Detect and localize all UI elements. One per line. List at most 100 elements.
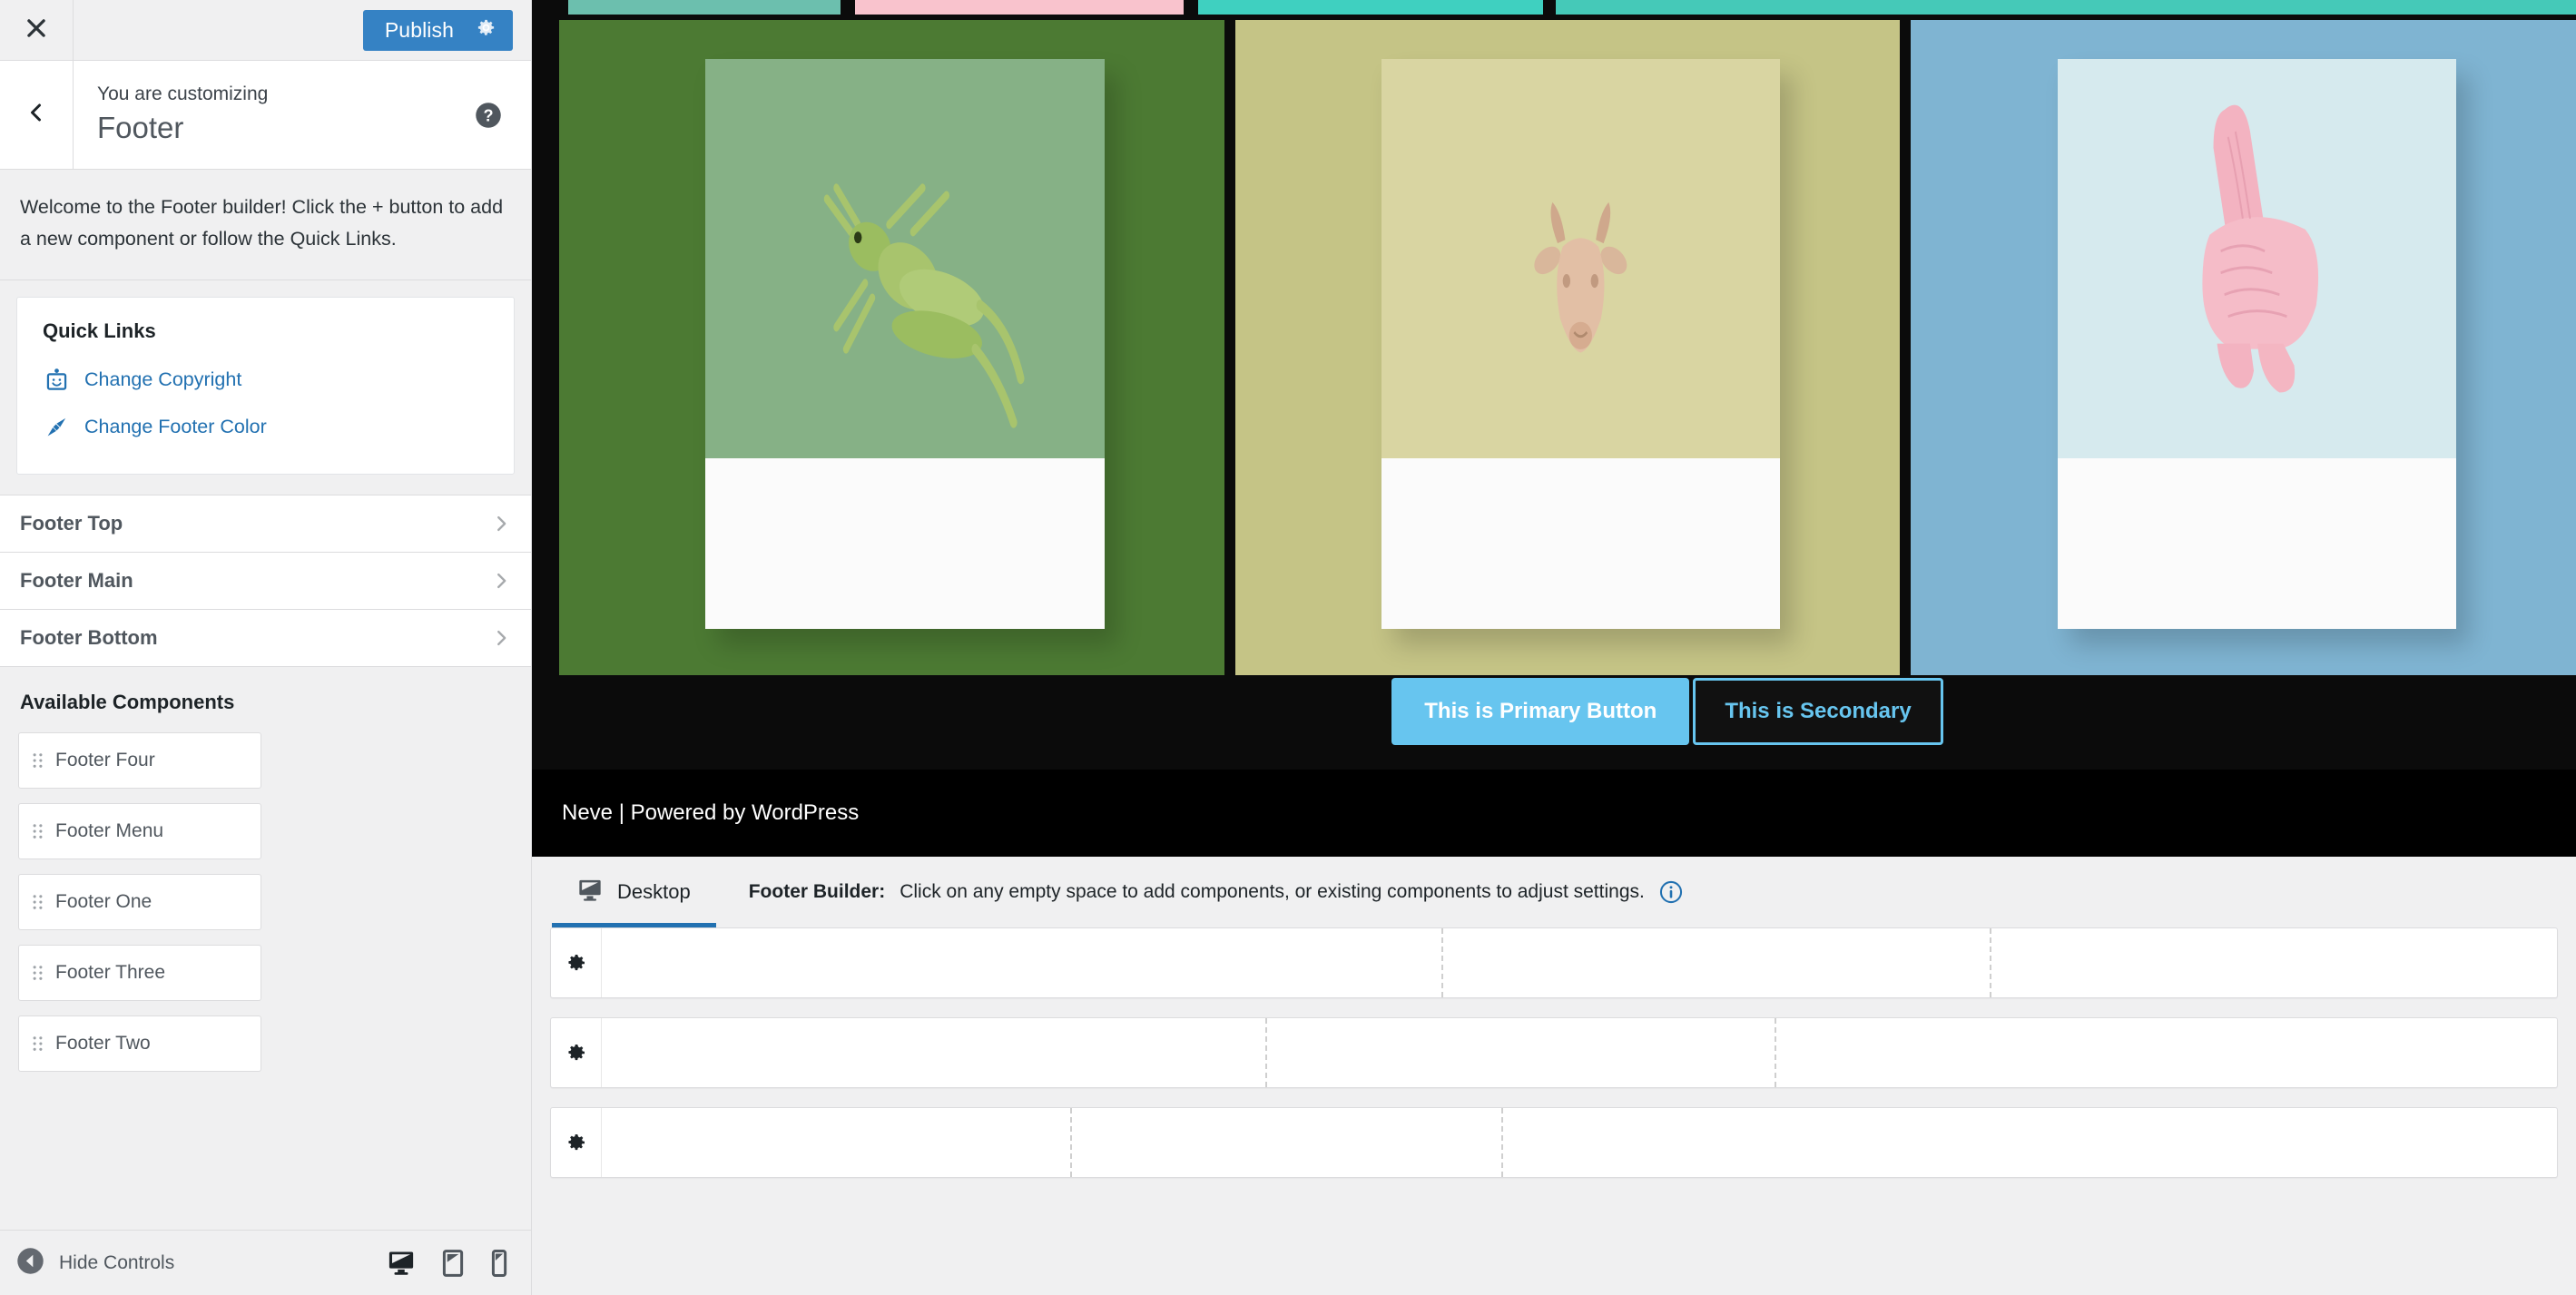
publish-group[interactable]: Publish: [362, 9, 513, 51]
sidebar-footer-bar: Hide Controls: [0, 1230, 531, 1295]
builder-row-footer-bottom[interactable]: [550, 1107, 2558, 1178]
quick-links-section: Quick Links Change Copyright Change Foot…: [0, 280, 531, 495]
sidebar-section-footer-bottom[interactable]: Footer Bottom: [0, 609, 531, 667]
secondary-button[interactable]: This is Secondary: [1693, 678, 1943, 745]
paint-roller-icon: [43, 414, 70, 441]
device-button-desktop[interactable]: [388, 1251, 415, 1276]
id-badge-icon: [43, 367, 70, 394]
component-chip-footer-two[interactable]: Footer Two: [18, 1015, 261, 1072]
builder-column[interactable]: [1501, 1108, 2557, 1177]
sliver-cell: [1543, 0, 1556, 15]
preview-button-row: This is Primary Button This is Secondary: [532, 673, 2576, 750]
builder-column[interactable]: [1989, 928, 2558, 997]
builder-topbar: Desktop Footer Builder: Click on any emp…: [532, 857, 2576, 927]
preview-photo-rabbit[interactable]: [1911, 20, 2576, 675]
collapse-icon: [16, 1247, 44, 1280]
rabbit-figure: [2202, 104, 2318, 393]
customizer-app: Publish You are customizing Footer ? Wel…: [0, 0, 2576, 1295]
builder-column[interactable]: [1070, 1108, 1501, 1177]
page-title: Footer: [97, 111, 184, 145]
component-chip-footer-menu[interactable]: Footer Menu: [18, 802, 261, 859]
quick-link-change-copyright[interactable]: Change Copyright: [43, 359, 488, 401]
available-components-section: Available Components Footer Four Footer …: [0, 667, 531, 1072]
drag-handle-icon[interactable]: [32, 1035, 44, 1053]
row-settings-button[interactable]: [551, 1018, 602, 1087]
card-lower: [2057, 458, 2457, 630]
builder-column[interactable]: [602, 1108, 1070, 1177]
row-columns: [602, 1108, 2557, 1177]
component-label: Footer Three: [55, 961, 166, 983]
component-chip-footer-one[interactable]: Footer One: [18, 873, 261, 930]
component-chip-footer-four[interactable]: Footer Four: [18, 731, 261, 789]
quick-link-label: Change Copyright: [84, 368, 242, 391]
photo-card: [1381, 59, 1781, 630]
drag-handle-icon[interactable]: [32, 893, 44, 911]
panel-back-button[interactable]: [0, 61, 74, 169]
sidebar-section-footer-top[interactable]: Footer Top: [0, 495, 531, 553]
chevron-right-icon: [491, 571, 511, 591]
panel-title-text: You are customizing Footer ?: [74, 61, 531, 169]
sliver-cell: [568, 0, 841, 15]
builder-column[interactable]: [1775, 1018, 2557, 1087]
copyright-text: Neve | Powered by WordPress: [562, 800, 860, 825]
builder-column[interactable]: [602, 1018, 1265, 1087]
preview-copyright-bar: Neve | Powered by WordPress: [532, 770, 2576, 857]
component-label: Footer One: [55, 890, 152, 912]
panel-kicker: You are customizing: [97, 83, 269, 104]
site-preview: This is Primary Button This is Secondary…: [532, 0, 2576, 857]
sliver-cell: [841, 0, 855, 15]
photo-card: [2057, 59, 2457, 630]
tab-desktop-label: Desktop: [617, 880, 691, 903]
hide-controls-button[interactable]: Hide Controls: [16, 1247, 388, 1280]
publish-button[interactable]: Publish: [363, 10, 472, 51]
component-label: Footer Four: [55, 749, 155, 770]
panel-help-button[interactable]: ?: [475, 102, 502, 129]
available-components-grid: Footer Four Footer Menu Footer One Foote…: [18, 731, 513, 1072]
info-icon[interactable]: [1659, 880, 1683, 904]
card-lower: [705, 458, 1105, 630]
device-preview-buttons: [388, 1249, 507, 1277]
preview-image-row: [559, 20, 2576, 675]
primary-button[interactable]: This is Primary Button: [1391, 678, 1690, 745]
preview-photo-grasshopper[interactable]: [559, 20, 1224, 675]
builder-column[interactable]: [1265, 1018, 1775, 1087]
row-settings-button[interactable]: [551, 1108, 602, 1177]
quick-link-label: Change Footer Color: [84, 416, 267, 438]
footer-builder-panel: Desktop Footer Builder: Click on any emp…: [532, 857, 2576, 1295]
builder-row-footer-top[interactable]: [550, 927, 2558, 998]
desktop-icon: [388, 1251, 415, 1276]
drag-handle-icon[interactable]: [32, 822, 44, 840]
sidebar-section-footer-main[interactable]: Footer Main: [0, 552, 531, 610]
drag-handle-icon[interactable]: [32, 964, 44, 982]
builder-column[interactable]: [602, 928, 1441, 997]
sliver-cell: [532, 0, 568, 15]
tab-desktop[interactable]: Desktop: [552, 857, 716, 927]
publish-area: Publish: [74, 0, 531, 60]
section-label: Footer Bottom: [20, 625, 158, 649]
device-button-tablet[interactable]: [442, 1249, 464, 1277]
device-button-mobile[interactable]: [491, 1249, 507, 1277]
gear-icon: [476, 17, 497, 43]
component-chip-footer-three[interactable]: Footer Three: [18, 944, 261, 1001]
sliver-cell: [1198, 0, 1543, 15]
builder-hint-title: Footer Builder:: [748, 881, 886, 902]
builder-rows: [532, 927, 2576, 1178]
quick-link-change-footer-color[interactable]: Change Footer Color: [43, 407, 488, 448]
row-settings-button[interactable]: [551, 928, 602, 997]
gear-icon: [565, 1132, 587, 1153]
preview-photo-goat[interactable]: [1234, 20, 1901, 675]
panel-body: Welcome to the Footer builder! Click the…: [0, 170, 531, 1295]
tab-active-indicator: [552, 923, 716, 927]
builder-column[interactable]: [1440, 928, 1990, 997]
drag-handle-icon[interactable]: [32, 751, 44, 770]
builder-hint-text: Click on any empty space to add componen…: [900, 881, 1645, 902]
gear-icon: [565, 952, 587, 974]
close-customizer-button[interactable]: [0, 0, 74, 60]
publish-settings-button[interactable]: [472, 10, 513, 51]
customizer-header: Publish: [0, 0, 531, 61]
sliver-cell: [1556, 0, 2576, 15]
hide-controls-label: Hide Controls: [59, 1251, 175, 1273]
section-label: Footer Top: [20, 511, 123, 535]
builder-row-footer-main[interactable]: [550, 1017, 2558, 1088]
chevron-right-icon: [491, 514, 511, 534]
